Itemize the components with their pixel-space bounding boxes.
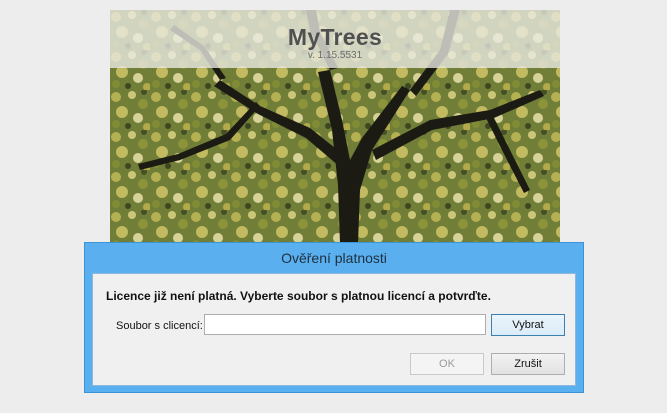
select-file-button[interactable]: Vybrat (491, 314, 565, 336)
license-file-label: Soubor s clicencí: (116, 320, 203, 332)
dialog-message: Licence již není platná. Vyberte soubor … (106, 289, 491, 303)
license-file-input[interactable] (204, 314, 486, 335)
dialog-body: Licence již není platná. Vyberte soubor … (92, 273, 576, 386)
app-title: MyTrees (287, 24, 383, 50)
cancel-button[interactable]: Zrušit (491, 353, 565, 375)
app-version: v. 1.15.5531 (307, 50, 363, 61)
license-dialog: Ověření platnosti Licence již není platn… (84, 242, 584, 393)
dialog-title: Ověření platnosti (281, 250, 387, 266)
splash-header: MyTrees v. 1.15.5531 (110, 10, 560, 68)
ok-button[interactable]: OK (410, 353, 484, 375)
splash-screen: MyTrees v. 1.15.5531 (110, 10, 560, 243)
